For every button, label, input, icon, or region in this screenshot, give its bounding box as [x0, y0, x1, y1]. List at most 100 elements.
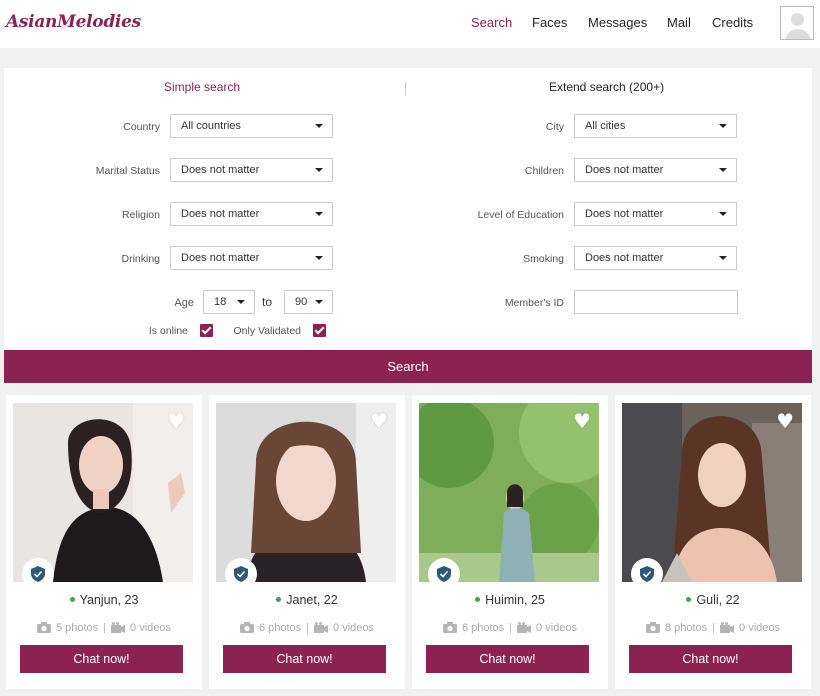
- city-label: City: [545, 121, 564, 133]
- marital-status-label: Marital Status: [95, 165, 160, 177]
- nav-credits[interactable]: Credits: [712, 15, 753, 30]
- heart-icon[interactable]: ♥: [573, 411, 591, 431]
- online-indicator: [69, 597, 75, 603]
- shield-check-icon: [234, 566, 248, 582]
- country-label: Country: [123, 121, 160, 133]
- video-icon: [720, 621, 735, 633]
- chat-now-button[interactable]: Chat now!: [426, 645, 589, 673]
- profile-media-counts: 8 photos | 0 videos: [615, 621, 811, 634]
- chat-now-button[interactable]: Chat now!: [223, 645, 386, 673]
- profile-name[interactable]: Huimin, 25: [412, 593, 608, 607]
- caret-down-icon: [315, 300, 323, 304]
- member-id-label: Member's ID: [504, 297, 564, 309]
- smoking-value: Does not matter: [585, 252, 664, 264]
- heart-icon[interactable]: ♥: [370, 411, 388, 431]
- verified-badge: [22, 558, 54, 590]
- profile-photo-image: [13, 403, 193, 582]
- profile-media-counts: 5 photos | 0 videos: [6, 621, 202, 634]
- profile-card[interactable]: ♥ Janet, 22 6 photos | 0 videos Chat now!: [209, 395, 405, 689]
- children-select[interactable]: Does not matter: [574, 158, 737, 182]
- age-to-select[interactable]: 90: [284, 290, 333, 314]
- country-select[interactable]: All countries: [170, 114, 333, 138]
- tab-divider: [405, 82, 406, 96]
- religion-label: Religion: [122, 209, 160, 221]
- caret-down-icon: [315, 256, 323, 260]
- camera-icon: [442, 621, 457, 633]
- profile-card[interactable]: ♥ Huimin, 25 6 photos | 0 videos Chat now!: [412, 395, 608, 689]
- caret-down-icon: [315, 212, 323, 216]
- shield-check-icon: [640, 566, 654, 582]
- nav-faces[interactable]: Faces: [532, 15, 567, 30]
- search-button[interactable]: Search: [4, 350, 812, 383]
- photo-count: 6 photos: [258, 622, 302, 634]
- profile-name-text: Guli, 22: [696, 593, 740, 607]
- smoking-select[interactable]: Does not matter: [574, 246, 737, 270]
- camera-icon: [645, 621, 660, 633]
- children-label: Children: [524, 165, 564, 177]
- age-from-value: 18: [214, 296, 227, 308]
- age-to-value: 90: [295, 296, 308, 308]
- profile-name-text: Yanjun, 23: [79, 593, 139, 607]
- profile-card[interactable]: ♥ Yanjun, 23 5 photos | 0 videos Chat now!: [6, 395, 202, 689]
- chat-now-button[interactable]: Chat now!: [629, 645, 792, 673]
- only-validated-checkbox[interactable]: [313, 324, 326, 337]
- religion-select[interactable]: Does not matter: [170, 202, 333, 226]
- chat-now-button[interactable]: Chat now!: [20, 645, 183, 673]
- is-online-label: Is online: [148, 325, 188, 337]
- profile-name[interactable]: Janet, 22: [209, 593, 405, 607]
- photo-count: 6 photos: [461, 622, 505, 634]
- children-value: Does not matter: [585, 164, 664, 176]
- is-online-checkbox[interactable]: [200, 324, 213, 337]
- nav-messages[interactable]: Messages: [588, 15, 647, 30]
- city-select[interactable]: All cities: [574, 114, 737, 138]
- profile-name[interactable]: Guli, 22: [615, 593, 811, 607]
- profile-photo[interactable]: ♥: [216, 403, 396, 582]
- verified-badge: [225, 558, 257, 590]
- tab-extend-search[interactable]: Extend search (200+): [549, 80, 664, 94]
- profile-name[interactable]: Yanjun, 23: [6, 593, 202, 607]
- education-select[interactable]: Does not matter: [574, 202, 737, 226]
- avatar-head-shape: [791, 13, 804, 26]
- video-count: 0 videos: [333, 622, 375, 634]
- caret-down-icon: [719, 256, 727, 260]
- age-to-label: to: [262, 295, 273, 309]
- caret-down-icon: [719, 168, 727, 172]
- profile-photo[interactable]: ♥: [13, 403, 193, 582]
- video-count: 0 videos: [739, 622, 781, 634]
- profile-name-text: Janet, 22: [286, 593, 338, 607]
- profile-photo-image: [622, 403, 802, 582]
- profile-media-counts: 6 photos | 0 videos: [209, 621, 405, 634]
- heart-icon[interactable]: ♥: [167, 411, 185, 431]
- online-indicator: [475, 597, 481, 603]
- drinking-label: Drinking: [121, 253, 160, 265]
- user-avatar[interactable]: [780, 6, 814, 40]
- profile-photo[interactable]: ♥: [419, 403, 599, 582]
- age-from-select[interactable]: 18: [203, 290, 255, 314]
- profile-photo-image: [216, 403, 396, 582]
- drinking-value: Does not matter: [181, 252, 260, 264]
- video-icon: [517, 621, 532, 633]
- profile-card[interactable]: ♥ Guli, 22 8 photos | 0 videos Chat now!: [615, 395, 811, 689]
- avatar-body-shape: [785, 29, 811, 39]
- video-icon: [111, 621, 126, 633]
- profile-name-text: Huimin, 25: [485, 593, 545, 607]
- profile-photo[interactable]: ♥: [622, 403, 802, 582]
- heart-icon[interactable]: ♥: [776, 411, 794, 431]
- tab-simple-search[interactable]: Simple search: [164, 80, 240, 94]
- member-id-input[interactable]: [574, 290, 738, 314]
- meta-divider: |: [712, 622, 716, 634]
- age-label: Age: [174, 297, 194, 309]
- profile-photo-image: [419, 403, 599, 582]
- caret-down-icon: [719, 124, 727, 128]
- only-validated-label: Only Validated: [233, 325, 301, 337]
- marital-status-select[interactable]: Does not matter: [170, 158, 333, 182]
- video-count: 0 videos: [130, 622, 172, 634]
- drinking-select[interactable]: Does not matter: [170, 246, 333, 270]
- video-icon: [314, 621, 329, 633]
- caret-down-icon: [315, 124, 323, 128]
- caret-down-icon: [719, 212, 727, 216]
- site-logo[interactable]: AsianMelodies: [6, 12, 141, 32]
- camera-icon: [239, 621, 254, 633]
- nav-mail[interactable]: Mail: [667, 15, 691, 30]
- nav-search[interactable]: Search: [471, 15, 512, 30]
